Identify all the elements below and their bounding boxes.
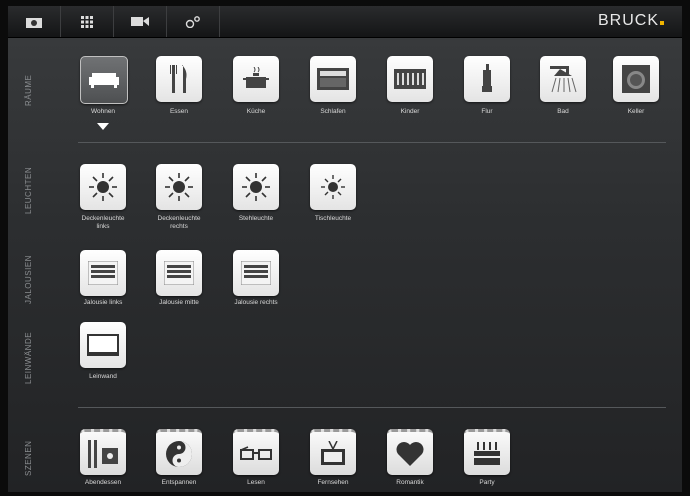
top-toolbar: BRUCK xyxy=(8,6,682,38)
light-tile-deckenleuchte-rechts[interactable] xyxy=(156,164,202,210)
crib-icon xyxy=(394,69,426,89)
section-label-szenen: SZENEN xyxy=(24,440,33,476)
room-tile-kinder[interactable] xyxy=(387,56,433,102)
yin-yang-icon xyxy=(166,440,192,467)
room-label: Essen xyxy=(169,108,189,115)
scene-tile-lesen[interactable] xyxy=(233,429,279,475)
grid-icon xyxy=(81,15,93,28)
room-label: Flur xyxy=(481,108,493,115)
light-label: Deckenleuchte links xyxy=(81,215,125,230)
room-tile-wohnen[interactable] xyxy=(80,56,128,104)
selected-room-indicator xyxy=(97,123,109,130)
blind-label: Jalousie rechts xyxy=(234,299,278,306)
section-divider xyxy=(78,142,666,143)
scene-label: Lesen xyxy=(247,479,265,486)
blind-label: Jalousie links xyxy=(83,299,123,306)
camera-icon xyxy=(26,17,42,28)
brand-text: BRUCK xyxy=(597,12,659,29)
dinner-icon xyxy=(88,439,118,468)
room-label: Keller xyxy=(627,108,645,115)
section-label-jalousien: JALOUSIEN xyxy=(24,255,33,304)
link-tab-button[interactable] xyxy=(167,6,220,37)
scene-tile-party[interactable] xyxy=(464,429,510,475)
section-divider xyxy=(78,407,666,408)
blind-tile-rechts[interactable] xyxy=(233,250,279,296)
scene-tile-fernsehen[interactable] xyxy=(310,429,356,475)
room-label: Wohnen xyxy=(90,108,116,115)
section-label-raeume: RÄUME xyxy=(24,74,33,106)
grid-tab-button[interactable] xyxy=(61,6,114,37)
room-label: Küche xyxy=(246,108,266,115)
room-tile-schlafen[interactable] xyxy=(310,56,356,102)
coat-stand-icon xyxy=(482,64,492,92)
bed-icon xyxy=(317,68,349,90)
device-frame: BRUCK RÄUME LEUCHTEN JALOUSIEN LEINWÄNDE… xyxy=(0,0,690,496)
blind-tile-links[interactable] xyxy=(80,250,126,296)
brand-dot xyxy=(660,21,664,25)
scene-label: Fernsehen xyxy=(317,479,349,486)
blind-label: Jalousie mitte xyxy=(159,299,199,306)
light-label: Deckenleuchte rechts xyxy=(157,215,201,230)
room-label: Kinder xyxy=(400,108,420,115)
blind-icon xyxy=(241,261,271,285)
video-icon xyxy=(131,17,149,26)
light-tile-tischleuchte[interactable] xyxy=(310,164,356,210)
room-tile-keller[interactable] xyxy=(613,56,659,102)
scene-tile-romantik[interactable] xyxy=(387,429,433,475)
blind-tile-mitte[interactable] xyxy=(156,250,202,296)
room-label: Schlafen xyxy=(320,108,346,115)
cake-icon xyxy=(474,441,500,465)
room-tile-bad[interactable] xyxy=(540,56,586,102)
glasses-icon xyxy=(240,445,272,460)
lamp-sun-icon xyxy=(321,175,345,199)
room-tile-kueche[interactable] xyxy=(233,56,279,102)
room-label: Bad xyxy=(557,108,569,115)
section-label-leuchten: LEUCHTEN xyxy=(24,166,33,214)
lamp-sun-icon xyxy=(165,173,193,201)
section-label-leinwaende: LEINWÄNDE xyxy=(24,331,33,384)
app-screen: BRUCK RÄUME LEUCHTEN JALOUSIEN LEINWÄNDE… xyxy=(8,6,682,492)
camera-tab-button[interactable] xyxy=(8,6,61,37)
blind-icon xyxy=(88,261,118,285)
heart-icon xyxy=(396,441,424,466)
room-tile-flur[interactable] xyxy=(464,56,510,102)
tv-icon xyxy=(321,440,345,465)
blind-icon xyxy=(164,261,194,285)
shower-icon xyxy=(550,66,577,93)
scene-label: Romantik xyxy=(396,479,424,486)
screen-label: Leinwand xyxy=(89,373,117,380)
pot-icon xyxy=(243,67,269,88)
brand-logo: BRUCK xyxy=(598,12,664,30)
scene-label: Entspannen xyxy=(161,479,197,486)
lamp-sun-icon xyxy=(89,173,117,201)
link-icon xyxy=(185,15,200,28)
scene-tile-entspannen[interactable] xyxy=(156,429,202,475)
projection-screen-icon xyxy=(87,334,119,356)
light-tile-stehleuchte[interactable] xyxy=(233,164,279,210)
sofa-icon xyxy=(89,73,119,88)
scene-label: Abendessen xyxy=(84,479,122,486)
scene-tile-abendessen[interactable] xyxy=(80,429,126,475)
lamp-sun-icon xyxy=(242,173,270,201)
light-tile-deckenleuchte-links[interactable] xyxy=(80,164,126,210)
room-tile-essen[interactable] xyxy=(156,56,202,102)
light-label: Tischleuchte xyxy=(314,215,352,222)
washing-machine-icon xyxy=(622,65,650,93)
screen-tile-leinwand[interactable] xyxy=(80,322,126,368)
cutlery-icon xyxy=(170,65,187,93)
light-label: Stehleuchte xyxy=(238,215,274,222)
video-tab-button[interactable] xyxy=(114,6,167,37)
scene-label: Party xyxy=(479,479,495,486)
